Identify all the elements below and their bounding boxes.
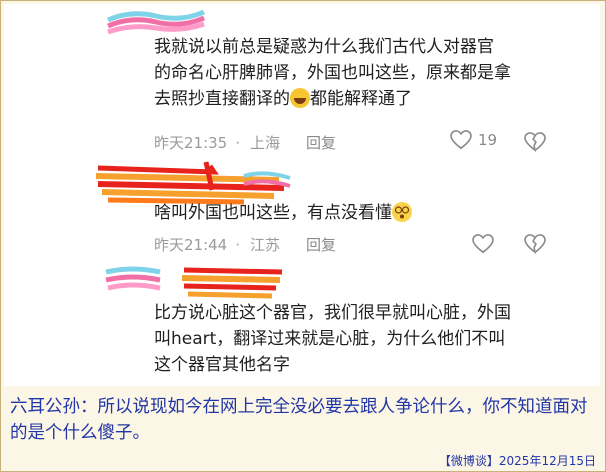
comment-1-line-3: 去照抄直接翻译的 都能解释通了	[154, 86, 511, 112]
comment-1-line-1: 我就说以前总是疑惑为什么我们古代人对器官	[154, 37, 494, 57]
comment-3-body: 比方说心脏这个器官，我们很早就叫心脏，外国 叫heart，翻译过来就是心脏，为什…	[154, 300, 511, 378]
heart-icon[interactable]	[472, 234, 494, 254]
comment-1-time: 昨天21:35	[154, 134, 228, 152]
caption-text: 六耳公孙：所以说现如今在网上完全没必要去跟人争论什么，你不知道面对的是个什么傻子…	[4, 390, 600, 450]
comment-screenshot: 我就说以前总是疑惑为什么我们古代人对器官 的命名心肝脾肺肾，外国也叫这些，原来都…	[4, 4, 600, 386]
comment-2-reply-button[interactable]: 回复	[306, 236, 336, 254]
comment-2-text: 啥叫外国也叫这些，有点没看懂	[154, 203, 392, 223]
comment-2-body: 啥叫外国也叫这些，有点没看懂	[154, 200, 412, 226]
comment-1-like-button[interactable]: 19	[450, 130, 497, 150]
comment-1-location: 上海	[250, 134, 281, 152]
comment-1-body: 我就说以前总是疑惑为什么我们古代人对器官 的命名心肝脾肺肾，外国也叫这些，原来都…	[154, 34, 511, 112]
comment-3-line-1: 比方说心脏这个器官，我们很早就叫心脏，外国	[154, 303, 511, 323]
comment-1-line-3-tail: 都能解释通了	[310, 89, 412, 109]
comment-1-meta: 昨天21:35 · 上海 回复	[154, 132, 336, 153]
meta-separator: ·	[235, 236, 241, 254]
comment-1-line-2: 的命名心肝脾肺肾，外国也叫这些，原来都是拿	[154, 63, 511, 83]
broken-heart-icon[interactable]	[524, 234, 546, 254]
heart-icon	[450, 130, 472, 150]
comment-1-reply-button[interactable]: 回复	[306, 134, 336, 152]
footer-source-date: 【微博谈】2025年12月15日	[438, 454, 596, 468]
comment-3-line-3: 这个器官其他名字	[154, 355, 290, 375]
comment-1-like-count: 19	[478, 131, 498, 149]
comment-2-time: 昨天21:44	[154, 236, 228, 254]
meta-separator: ·	[235, 134, 241, 152]
broken-heart-icon[interactable]	[524, 132, 546, 152]
comment-3-line-2: 叫heart，翻译过来就是心脏，为什么他们不叫	[154, 329, 506, 349]
laugh-emoji-icon	[290, 88, 310, 108]
comment-1-line-3-text: 去照抄直接翻译的	[154, 89, 290, 109]
dizzy-emoji-icon	[392, 202, 412, 222]
comment-2-meta: 昨天21:44 · 江苏 回复	[154, 234, 336, 255]
comment-2-location: 江苏	[250, 236, 281, 254]
